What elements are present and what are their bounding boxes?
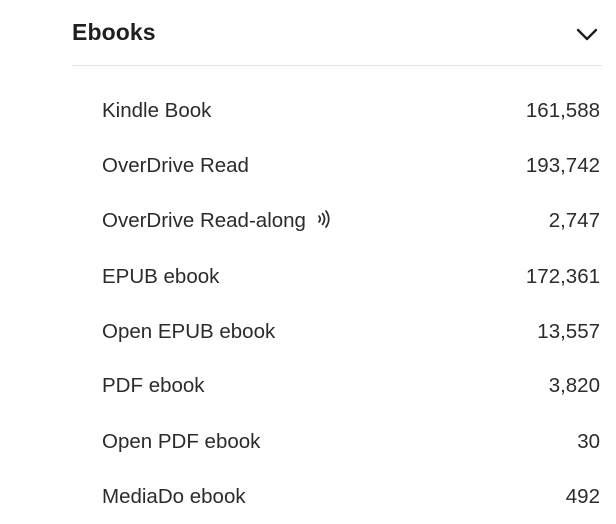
format-count: 193,742 xyxy=(525,154,600,177)
format-item-kindle-book[interactable]: Kindle Book 161,588 xyxy=(102,95,600,127)
format-count: 2,747 xyxy=(548,209,600,232)
format-count: 3,820 xyxy=(548,374,600,397)
format-item-pdf-ebook[interactable]: PDF ebook 3,820 xyxy=(102,370,600,402)
format-item-overdrive-read-along[interactable]: OverDrive Read-along 2,747 xyxy=(102,205,600,237)
format-label-wrapper: OverDrive Read-along xyxy=(102,209,330,233)
chevron-down-icon[interactable] xyxy=(574,22,600,48)
format-label: Open PDF ebook xyxy=(102,430,261,453)
format-label: Open EPUB ebook xyxy=(102,320,276,343)
section-title: Ebooks xyxy=(72,19,156,45)
ebooks-section-header[interactable]: Ebooks xyxy=(72,0,602,66)
format-count: 13,557 xyxy=(537,320,600,343)
format-item-mediado-ebook[interactable]: MediaDo ebook 492 xyxy=(102,481,600,513)
ebooks-filter-panel: Ebooks Kindle Book 161,588 OverDrive Rea… xyxy=(72,0,602,508)
format-label: OverDrive Read-along xyxy=(102,209,306,232)
format-item-overdrive-read[interactable]: OverDrive Read 193,742 xyxy=(102,150,600,182)
read-along-audio-icon xyxy=(318,209,330,228)
format-label: EPUB ebook xyxy=(102,265,220,288)
format-label: PDF ebook xyxy=(102,374,205,397)
format-item-epub-ebook[interactable]: EPUB ebook 172,361 xyxy=(102,261,600,293)
format-count: 492 xyxy=(565,485,600,508)
format-item-open-epub-ebook[interactable]: Open EPUB ebook 13,557 xyxy=(102,316,600,348)
format-label: MediaDo ebook xyxy=(102,485,246,508)
format-item-open-pdf-ebook[interactable]: Open PDF ebook 30 xyxy=(102,426,600,458)
format-count: 30 xyxy=(577,430,600,453)
format-label: OverDrive Read xyxy=(102,154,249,177)
format-count: 161,588 xyxy=(525,99,600,122)
format-label: Kindle Book xyxy=(102,99,212,122)
format-count: 172,361 xyxy=(525,265,600,288)
